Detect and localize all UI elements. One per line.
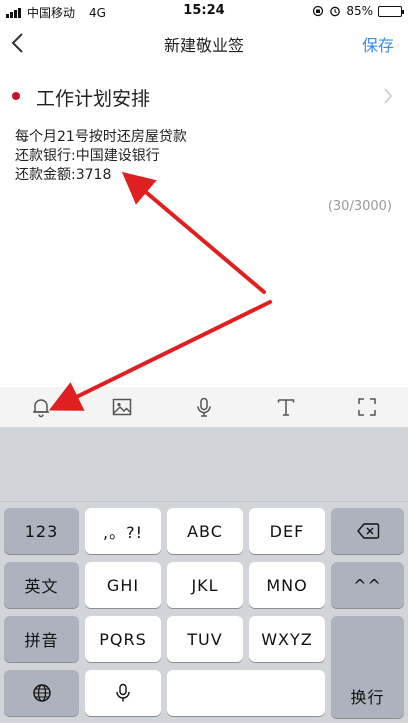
alarm-icon — [330, 6, 341, 17]
key-pqrs[interactable]: PQRS — [85, 616, 161, 662]
fullscreen-icon — [358, 398, 376, 416]
image-icon — [113, 398, 132, 416]
chevron-right-icon — [382, 84, 394, 113]
note-line: 还款银行:中国建设银行 — [15, 148, 160, 164]
globe-icon — [32, 684, 51, 702]
key-punctuation[interactable]: ,。?! — [85, 508, 161, 554]
key-mno[interactable]: MNO — [249, 562, 325, 608]
key-numbers[interactable]: 123 — [4, 508, 79, 554]
category-dot — [12, 92, 20, 100]
key-emoticon[interactable]: ^^ — [331, 562, 404, 608]
battery-percent: 85% — [346, 4, 373, 18]
editor-toolbar — [0, 387, 408, 427]
save-button[interactable]: 保存 — [362, 32, 394, 56]
ime-keyboard: 123 ,。?! ABC DEF 英文 GHI JKL MNO ^^ 拼音 PQ… — [0, 427, 408, 723]
backspace-icon — [356, 523, 379, 539]
enter-key[interactable]: 换行 — [331, 616, 404, 718]
reminder-button[interactable] — [21, 389, 61, 425]
key-def[interactable]: DEF — [249, 508, 325, 554]
status-right: 85% — [312, 4, 404, 18]
space-key[interactable] — [167, 670, 325, 716]
voice-input-button[interactable] — [184, 389, 224, 425]
note-title-row[interactable]: 工作计划安排 — [0, 78, 408, 118]
key-pinyin[interactable]: 拼音 — [4, 616, 79, 662]
note-line: 还款金额:3718 — [15, 167, 112, 183]
nav-bar: 新建敬业签 保存 — [0, 22, 408, 64]
microphone-icon — [197, 397, 211, 417]
key-tuv[interactable]: TUV — [167, 616, 243, 662]
character-count: (30/3000) — [327, 199, 392, 214]
backspace-key[interactable] — [331, 508, 404, 554]
voice-key[interactable] — [85, 670, 161, 716]
fullscreen-button[interactable] — [347, 389, 387, 425]
text-format-button[interactable] — [266, 389, 306, 425]
candidate-bar — [0, 427, 408, 502]
key-ghi[interactable]: GHI — [85, 562, 161, 608]
page-title: 新建敬业签 — [163, 36, 244, 55]
note-title: 工作计划安排 — [36, 88, 151, 110]
bell-icon — [32, 399, 49, 418]
note-content-editor[interactable]: 每个月21号按时还房屋贷款 还款银行:中国建设银行 还款金额:3718 — [15, 128, 385, 185]
status-bar: 中国移动 4G 15:24 85% — [0, 0, 408, 22]
key-english[interactable]: 英文 — [4, 562, 79, 608]
key-wxyz[interactable]: WXYZ — [249, 616, 325, 662]
microphone-icon — [116, 683, 130, 702]
orientation-lock-icon — [313, 5, 324, 17]
note-line: 每个月21号按时还房屋贷款 — [15, 129, 187, 145]
key-jkl[interactable]: JKL — [167, 562, 243, 608]
annotation-arrow-to-content — [121, 171, 266, 294]
globe-key[interactable] — [4, 670, 79, 716]
insert-image-button[interactable] — [102, 389, 142, 425]
key-abc[interactable]: ABC — [167, 508, 243, 554]
battery-icon — [378, 5, 404, 17]
text-format-icon — [277, 399, 294, 416]
